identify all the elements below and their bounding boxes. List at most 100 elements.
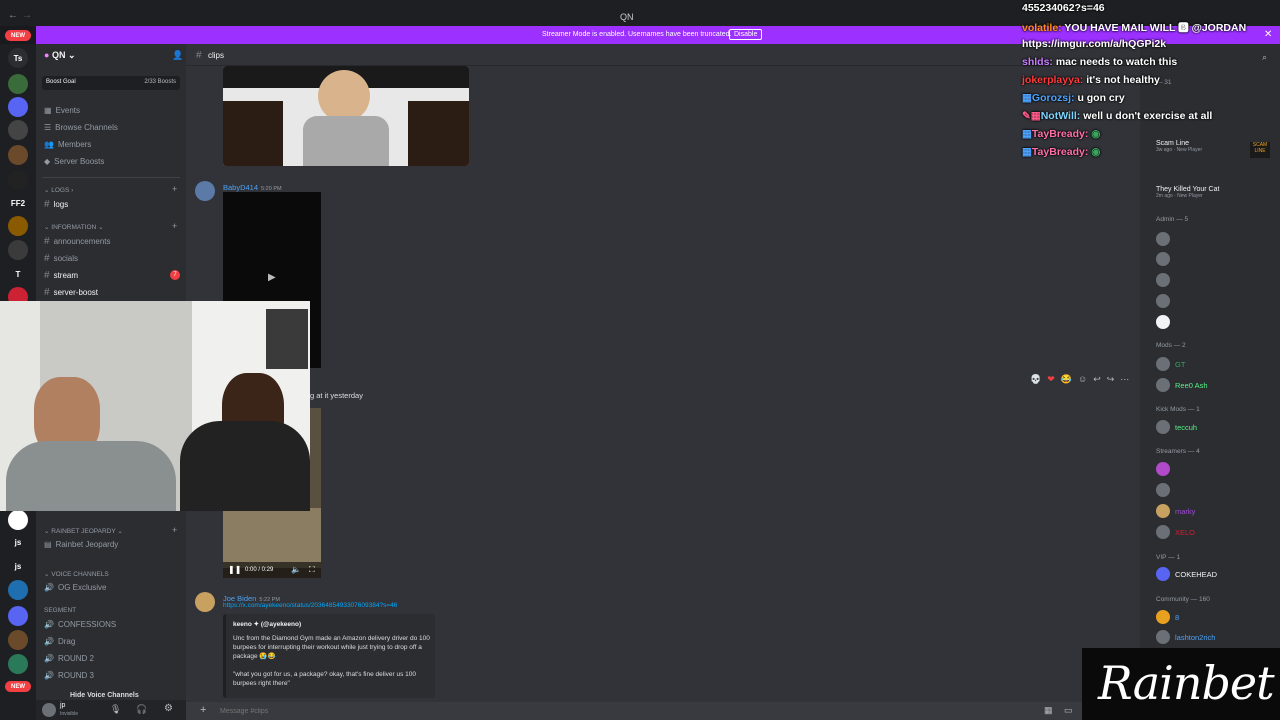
fullscreen-icon[interactable]: ⛶ — [309, 565, 315, 575]
forward-icon[interactable]: ↪ — [1107, 374, 1115, 385]
channel-logs[interactable]: # logs — [44, 199, 68, 210]
message-link[interactable]: https://x.com/ayekeeno/status/2036485493… — [223, 602, 397, 609]
menu-events[interactable]: ▦ Events — [44, 106, 80, 115]
reaction-icon[interactable]: 😂 — [1061, 374, 1072, 385]
member-item[interactable] — [1156, 315, 1170, 329]
server-icon[interactable] — [8, 630, 28, 650]
gif-icon[interactable]: ▭ — [1064, 705, 1073, 716]
menu-browse-channels[interactable]: ☰ Browse Channels — [44, 123, 118, 132]
forward-arrow-icon[interactable]: → — [22, 10, 32, 21]
add-reaction-icon[interactable]: ☺ — [1078, 374, 1087, 384]
microphone-icon[interactable]: 🎙 — [110, 704, 121, 715]
message-input[interactable] — [220, 705, 820, 717]
server-icon[interactable] — [8, 240, 28, 260]
heart-reaction-icon[interactable]: ❤ — [1047, 374, 1055, 385]
back-arrow-icon[interactable]: ← — [8, 10, 18, 21]
member-item[interactable]: GT — [1156, 357, 1185, 371]
gift-icon[interactable]: ▦ — [1044, 705, 1053, 716]
avatar[interactable] — [195, 181, 215, 201]
member-item[interactable] — [1156, 294, 1170, 308]
headphones-icon[interactable]: 🎧 — [136, 704, 147, 715]
category-label: Voice Channels — [51, 571, 109, 578]
member-item[interactable] — [1156, 232, 1170, 246]
channel-server-boost[interactable]: # server-boost — [44, 287, 98, 298]
member-item[interactable] — [1156, 273, 1170, 287]
server-icon[interactable] — [8, 74, 28, 94]
channel-stream[interactable]: # stream — [44, 270, 78, 281]
menu-members[interactable]: 👥 Members — [44, 140, 91, 149]
search-icon[interactable]: ⌕ — [1262, 52, 1267, 63]
voice-og-exclusive[interactable]: 🔊 OG Exclusive — [44, 583, 106, 592]
server-icon[interactable] — [8, 97, 28, 117]
plus-icon[interactable]: + — [200, 704, 206, 716]
server-icon[interactable] — [8, 654, 28, 674]
member-item[interactable] — [1156, 462, 1170, 476]
add-user-icon[interactable]: 👤 — [172, 50, 183, 61]
menu-server-boosts[interactable]: ◆ Server Boosts — [44, 157, 104, 166]
member-item[interactable]: lashton2rich — [1156, 630, 1215, 644]
server-icon[interactable]: T — [8, 264, 28, 284]
reply-icon[interactable]: ↩ — [1093, 374, 1101, 385]
category-logs[interactable]: ⌄ LOGS › — [44, 186, 73, 194]
stream-chat-line: shlds: mac needs to watch this — [1022, 56, 1178, 68]
message-author[interactable]: BabyD414 — [223, 183, 258, 192]
category-segment[interactable]: Segment — [44, 607, 76, 614]
avatar[interactable] — [195, 592, 215, 612]
disable-button[interactable]: Disable — [729, 29, 763, 40]
pause-icon[interactable]: ❚❚ — [228, 565, 241, 574]
plus-icon[interactable]: + — [172, 184, 177, 194]
category-rainbet[interactable]: ⌄ Rainbet Jeopardy ⌄ — [44, 527, 123, 535]
plus-icon[interactable]: + — [172, 525, 177, 535]
category-voice[interactable]: ⌄ Voice Channels — [44, 570, 109, 578]
member-item[interactable]: 8 — [1156, 610, 1179, 624]
member-item[interactable]: They Killed Your Cat 2m ago · New Player — [1156, 186, 1219, 199]
member-item[interactable]: marky — [1156, 504, 1195, 518]
member-name: Ree0 Ash — [1175, 380, 1208, 390]
server-icon[interactable] — [8, 170, 28, 190]
embed-author[interactable]: keeno ✦ (@ayekeeno) — [233, 620, 301, 628]
window-title: QN — [620, 12, 634, 22]
server-icon[interactable] — [8, 510, 28, 530]
avatar[interactable] — [42, 703, 56, 717]
server-icon[interactable] — [8, 580, 28, 600]
member-item[interactable]: XELO — [1156, 525, 1195, 539]
server-icon[interactable] — [8, 216, 28, 236]
voice-drag[interactable]: 🔊 Drag — [44, 637, 75, 646]
server-name[interactable]: ● QN ⌄ — [44, 50, 76, 61]
more-icon[interactable]: ⋯ — [1120, 374, 1129, 385]
member-item[interactable] — [1156, 252, 1170, 266]
category-information[interactable]: ⌄ INFORMATION ⌄ — [44, 223, 104, 231]
skull-reaction-icon[interactable]: 💀 — [1030, 374, 1041, 385]
channel-socials[interactable]: # socials — [44, 253, 78, 264]
volume-icon[interactable]: 🔈 — [291, 565, 301, 574]
webcam-overlay — [0, 301, 310, 511]
avatar — [1156, 567, 1170, 581]
channel-label: server-boost — [53, 288, 99, 297]
voice-round-3[interactable]: 🔊 ROUND 3 — [44, 671, 94, 680]
boost-goal-bar[interactable]: Boost Goal 2/33 Boosts — [42, 76, 180, 90]
avatar — [1156, 630, 1170, 644]
member-item[interactable]: teccuh — [1156, 420, 1197, 434]
member-item[interactable]: COKEHEAD — [1156, 567, 1217, 581]
server-icon[interactable] — [8, 145, 28, 165]
hide-voice-channels[interactable]: Hide Voice Channels — [70, 692, 139, 699]
gear-icon[interactable]: ⚙ — [164, 703, 173, 714]
close-icon[interactable]: ✕ — [1264, 29, 1272, 40]
server-icon[interactable] — [8, 120, 28, 140]
member-item[interactable]: Scam Line 3w ago · New Player — [1156, 140, 1202, 153]
play-icon[interactable]: ▶ — [268, 272, 276, 283]
server-icon[interactable]: js — [8, 532, 28, 552]
voice-confessions[interactable]: 🔊 CONFESSIONS — [44, 620, 116, 629]
plus-icon[interactable]: + — [172, 221, 177, 231]
channel-rainbet-jeopardy[interactable]: ▤ Rainbet Jeopardy — [44, 540, 118, 549]
server-icon[interactable]: Ts — [8, 48, 28, 68]
new-badge: NEW — [5, 681, 31, 692]
image-embed[interactable] — [223, 66, 469, 166]
voice-round-2[interactable]: 🔊 ROUND 2 — [44, 654, 94, 663]
member-item[interactable] — [1156, 483, 1170, 497]
member-item[interactable]: Ree0 Ash — [1156, 378, 1208, 392]
server-icon[interactable]: FF2 — [8, 193, 28, 213]
server-icon[interactable] — [8, 606, 28, 626]
channel-announcements[interactable]: # announcements — [44, 236, 111, 247]
server-icon[interactable]: js — [8, 556, 28, 576]
